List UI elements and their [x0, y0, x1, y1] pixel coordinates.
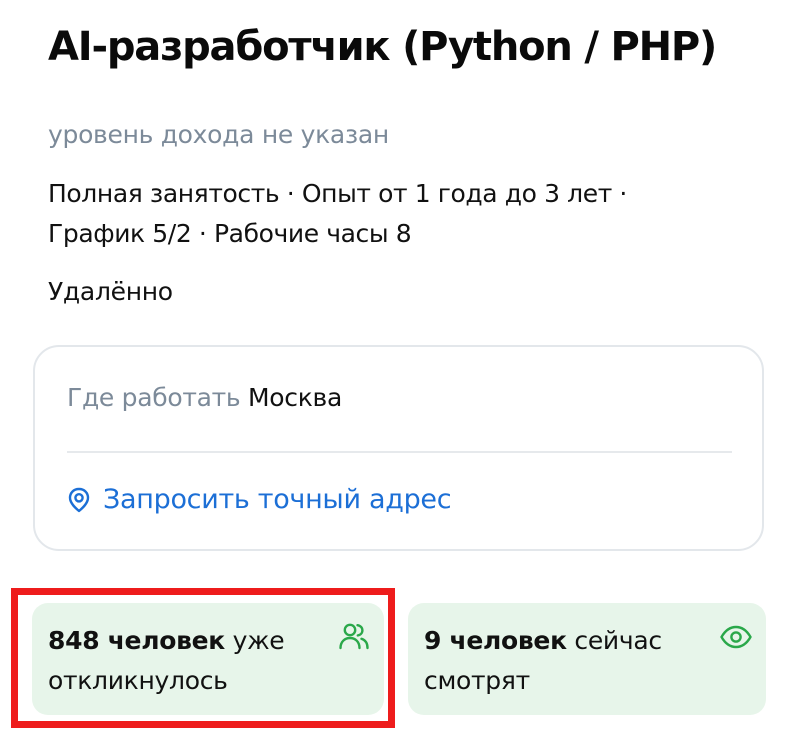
people-icon: [336, 619, 372, 655]
responses-count: 848 человек: [48, 626, 225, 655]
viewers-stat-card: 9 человек сейчас смотрят: [408, 603, 766, 715]
card-divider: [67, 451, 732, 453]
request-address-label: Запросить точный адрес: [103, 484, 452, 515]
location-pin-icon: [65, 486, 93, 514]
responses-stat-text: 848 человек уже откликнулось: [48, 621, 285, 701]
viewers-text-rest: сейчас: [566, 626, 662, 655]
location-card: Где работать Москва Запросить точный адр…: [33, 345, 764, 551]
work-location: Где работать Москва: [67, 380, 342, 416]
responses-stat-card: 848 человек уже откликнулось: [32, 603, 384, 715]
work-location-label: Где работать: [67, 383, 241, 412]
request-address-link[interactable]: Запросить точный адрес: [65, 481, 452, 519]
conditions-line-2: График 5/2 · Рабочие часы 8: [48, 219, 412, 248]
responses-text-line2: откликнулось: [48, 666, 228, 695]
employment-conditions: Полная занятость · Опыт от 1 года до 3 л…: [48, 174, 627, 254]
work-format: Удалённо: [48, 277, 173, 306]
vacancy-title: AI-разработчик (Python / PHP): [48, 24, 717, 70]
work-location-city: Москва: [248, 383, 342, 412]
conditions-line-1: Полная занятость · Опыт от 1 года до 3 л…: [48, 179, 627, 208]
viewers-count: 9 человек: [424, 626, 567, 655]
responses-text-rest: уже: [224, 626, 285, 655]
salary-text: уровень дохода не указан: [48, 120, 389, 149]
viewers-text-line2: смотрят: [424, 666, 530, 695]
eye-icon: [718, 619, 754, 655]
viewers-stat-text: 9 человек сейчас смотрят: [424, 621, 662, 701]
